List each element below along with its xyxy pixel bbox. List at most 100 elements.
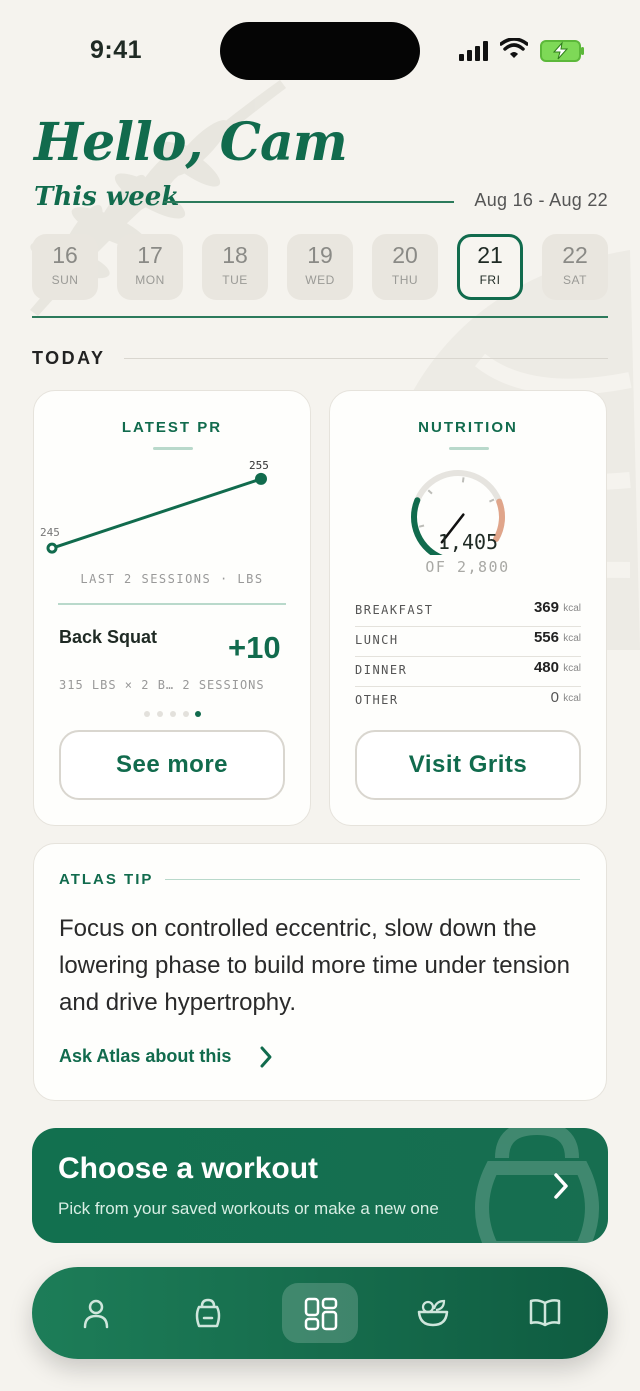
choose-workout-button[interactable]: Choose a workout Pick from your saved wo…: [32, 1128, 608, 1243]
book-icon: [529, 1299, 561, 1327]
pr-delta: +10: [228, 630, 281, 665]
tab-nutrition[interactable]: [394, 1283, 470, 1343]
food-bowl-icon: [417, 1299, 449, 1327]
calories-consumed: 1,405: [437, 530, 499, 554]
day-sat[interactable]: 22 SAT: [542, 234, 608, 300]
meal-unit: kcal: [563, 633, 581, 644]
battery-charging-icon: [540, 40, 584, 62]
chevron-right-icon[interactable]: [258, 1045, 274, 1069]
day-name: THU: [391, 273, 419, 287]
pr-point-1: [46, 542, 58, 554]
meal-unit: kcal: [563, 603, 581, 614]
gauge-tick: [461, 477, 465, 483]
day-sun[interactable]: 16 SUN: [32, 234, 98, 300]
today-label: TODAY: [32, 348, 106, 368]
meal-name: OTHER: [355, 693, 399, 707]
meal-unit: kcal: [563, 663, 581, 674]
pr-chart-xlabel: LAST 2 SESSIONS · LBS: [80, 572, 264, 586]
meal-row-lunch: LUNCH 556 kcal: [355, 627, 581, 657]
status-time: 9:41: [90, 36, 143, 64]
meal-kcal: 556: [533, 629, 559, 646]
see-more-button[interactable]: See more: [59, 730, 285, 800]
pr-point-2: [255, 472, 267, 485]
day-number: 20: [392, 242, 418, 268]
today-divider: [124, 358, 608, 359]
day-number: 19: [307, 242, 333, 268]
exercise-name: Back Squat: [59, 627, 158, 647]
pager-dot[interactable]: [170, 711, 176, 717]
gauge-tick: [427, 489, 433, 495]
day-name: TUE: [222, 273, 248, 287]
kettlebell-watermark-icon: [475, 1128, 599, 1243]
visit-grits-button[interactable]: Visit Grits: [355, 730, 581, 800]
workout-title: Choose a workout: [58, 1152, 319, 1185]
meal-name: BREAKFAST: [355, 603, 434, 617]
week-label: This week: [34, 182, 180, 212]
person-icon: [83, 1299, 109, 1329]
workout-subtitle: Pick from your saved workouts or make a …: [58, 1199, 439, 1218]
tab-profile[interactable]: [58, 1283, 134, 1343]
pager-dot[interactable]: [144, 711, 150, 717]
day-fri-selected[interactable]: 21 FRI: [457, 234, 523, 300]
pager-dot[interactable]: [183, 711, 189, 717]
atlas-tip-title: ATLAS TIP: [59, 871, 154, 888]
dashboard-icon: [304, 1297, 338, 1331]
meal-kcal: 0: [550, 689, 559, 706]
latest-pr-title: LATEST PR: [121, 419, 223, 436]
meal-kcal: 480: [533, 659, 559, 676]
meal-name: DINNER: [355, 663, 408, 677]
pr-series-line: [51, 477, 262, 550]
day-number: 17: [137, 242, 163, 268]
pr-data-label-1: 245: [40, 526, 60, 539]
day-wed[interactable]: 19 WED: [287, 234, 353, 300]
atlas-tip-divider: [165, 879, 580, 880]
title-underline: [449, 447, 489, 450]
day-name: MON: [135, 273, 165, 287]
status-bar: 9:41: [0, 0, 640, 100]
wifi-icon: [500, 38, 528, 58]
tab-dashboard[interactable]: [282, 1283, 358, 1343]
today-section-header: TODAY: [32, 346, 608, 370]
day-number: 22: [562, 242, 588, 268]
calorie-goal: OF 2,800: [425, 558, 510, 576]
title-underline: [153, 447, 193, 450]
day-name: SAT: [563, 273, 587, 287]
day-name: WED: [305, 273, 335, 287]
kettlebell-icon: [195, 1298, 221, 1328]
day-number: 16: [52, 242, 78, 268]
ask-atlas-link[interactable]: Ask Atlas about this: [59, 1046, 231, 1067]
bottom-tab-bar: [32, 1267, 608, 1359]
tab-workouts[interactable]: [170, 1283, 246, 1343]
pr-line-chart: 245 255: [40, 459, 269, 554]
pager-dot[interactable]: [157, 711, 163, 717]
day-tue[interactable]: 18 TUE: [202, 234, 268, 300]
day-name: SUN: [51, 273, 79, 287]
nutrition-title: NUTRITION: [418, 419, 518, 436]
day-thu[interactable]: 20 THU: [372, 234, 438, 300]
day-picker-divider: [32, 316, 608, 318]
meal-row-dinner: DINNER 480 kcal: [355, 657, 581, 687]
atlas-tip-body: Focus on controlled eccentric, slow down…: [59, 915, 570, 1016]
week-day-picker: 16 SUN 17 MON 18 TUE 19 WED 20 THU 21 FRI 22 SA…: [32, 234, 608, 300]
cellular-signal-icon: [459, 41, 488, 61]
meal-row-breakfast: BREAKFAST 369 kcal: [355, 597, 581, 627]
meal-kcal: 369: [533, 599, 559, 616]
tab-library[interactable]: [506, 1283, 582, 1343]
gauge-tick: [418, 524, 425, 528]
greeting-heading: Hello, Cam: [34, 112, 348, 173]
meal-row-other: OTHER 0 kcal: [355, 687, 581, 717]
day-name: FRI: [479, 273, 501, 287]
day-mon[interactable]: 17 MON: [117, 234, 183, 300]
pager-dot-active[interactable]: [195, 711, 201, 717]
week-divider: [164, 201, 454, 203]
pr-detail: 315 LBS × 2 B… 2 SESSIONS: [59, 678, 265, 692]
pr-pager-dots[interactable]: [144, 711, 204, 719]
meal-name: LUNCH: [355, 633, 399, 647]
gauge-tick: [489, 498, 495, 503]
pr-data-label-2: 255: [249, 459, 269, 472]
day-number: 18: [222, 242, 248, 268]
dynamic-island: [220, 22, 420, 80]
meal-unit: kcal: [563, 693, 581, 704]
week-date-range: Aug 16 - Aug 22: [474, 190, 608, 210]
pr-divider: [58, 603, 286, 605]
